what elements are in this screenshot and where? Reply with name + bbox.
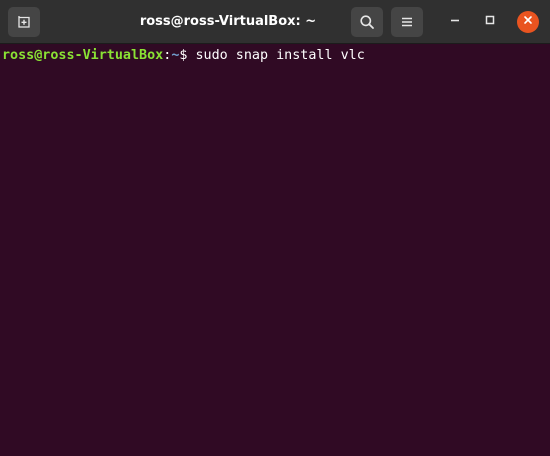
- prompt-user-host: ross@ross-VirtualBox: [2, 48, 164, 63]
- command-text: sudo snap install vlc: [195, 48, 365, 63]
- minimize-icon: [449, 13, 461, 31]
- new-tab-button[interactable]: [8, 7, 40, 37]
- close-icon: [522, 13, 534, 31]
- search-icon: [359, 14, 375, 30]
- prompt-symbol: $: [179, 48, 196, 63]
- new-tab-icon: [16, 14, 32, 30]
- title-bar[interactable]: ross@ross-VirtualBox: ~: [0, 0, 550, 44]
- terminal-window: ross@ross-VirtualBox: ~ ross@ross-Virtua…: [0, 0, 550, 456]
- maximize-icon: [484, 13, 496, 31]
- window-title: ross@ross-VirtualBox: ~: [139, 14, 317, 29]
- terminal-line: ross@ross-VirtualBox:~$ sudo snap instal…: [2, 47, 550, 65]
- close-button[interactable]: [517, 11, 539, 33]
- hamburger-menu-icon: [400, 16, 414, 28]
- maximize-button[interactable]: [480, 12, 500, 32]
- terminal-output[interactable]: ross@ross-VirtualBox:~$ sudo snap instal…: [0, 44, 550, 456]
- menu-button[interactable]: [391, 7, 423, 37]
- search-button[interactable]: [351, 7, 383, 37]
- minimize-button[interactable]: [445, 12, 465, 32]
